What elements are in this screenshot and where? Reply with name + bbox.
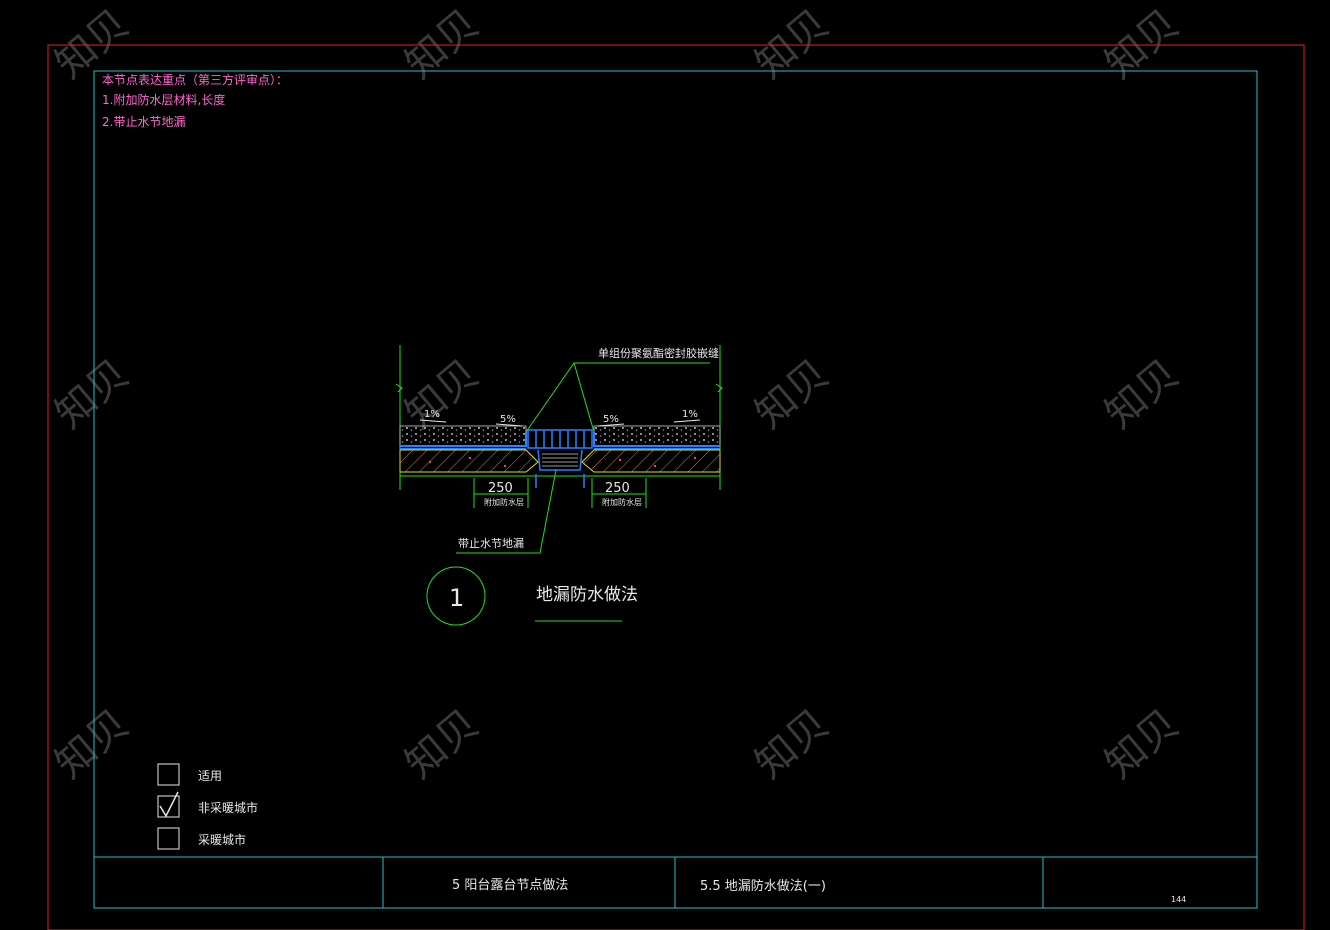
- drawing-canvas: 知贝 知贝 知贝 知贝知贝 知贝 知贝 知贝知贝 知贝 知贝 知贝 本节点表达重点（第三方评审点）…: [47, 1, 1305, 930]
- applicability-checklist: 适用 非采暖城市 采暖城市: [157, 763, 258, 850]
- checkbox-heating-city[interactable]: 采暖城市: [157, 827, 246, 850]
- notes-block: 本节点表达重点（第三方评审点）： 1.附加防水层材料,长度 2.带止水节地漏: [102, 72, 288, 129]
- subsection-title: 5.5 地漏防水做法(一): [700, 878, 826, 894]
- sealant-label: 单组份聚氨酯密封胶嵌缝: [598, 346, 719, 360]
- slope-label-1: 1%: [424, 409, 440, 420]
- checkbox-label-applicable: 适用: [198, 769, 222, 783]
- drain-label: 带止水节地漏: [458, 537, 524, 550]
- watermark-mark: 知贝: [397, 1, 488, 88]
- slab-right: [581, 449, 721, 473]
- floor-drain: [527, 429, 593, 488]
- title-block: 5 阳台露台节点做法 5.5 地漏防水做法(一) 144: [94, 856, 1257, 908]
- finish-layer-left: [399, 425, 527, 447]
- inner-frame: [93, 70, 1258, 909]
- outer-frame: [47, 44, 1305, 930]
- section-title: 5 阳台露台节点做法: [452, 878, 568, 893]
- notes-heading: 本节点表达重点（第三方评审点）：: [102, 72, 288, 87]
- checkbox-label-non-heating: 非采暖城市: [198, 800, 258, 815]
- watermark-mark: 知贝: [397, 351, 488, 438]
- checkbox-non-heating-city[interactable]: 非采暖城市: [157, 791, 258, 818]
- watermark-mark: 知贝: [1097, 701, 1188, 788]
- watermark-mark: 知贝: [1097, 351, 1188, 438]
- checkbox-label-heating: 采暖城市: [198, 832, 246, 847]
- watermark-mark: 知贝: [1097, 1, 1188, 88]
- watermark-mark: 知贝: [747, 1, 838, 88]
- detail-number: 1: [449, 584, 464, 612]
- notes-item-1: 1.附加防水层材料,长度: [102, 92, 225, 107]
- watermark-mark: 知贝: [47, 701, 138, 788]
- slab-left: [399, 449, 539, 473]
- detail-title: 地漏防水做法: [536, 585, 638, 605]
- watermark-mark: 知贝: [397, 701, 488, 788]
- page-number: 144: [1171, 895, 1186, 904]
- watermark-layer: 知贝 知贝 知贝 知贝知贝 知贝 知贝 知贝知贝 知贝 知贝 知贝: [47, 1, 1188, 788]
- watermark-mark: 知贝: [47, 351, 138, 438]
- dimension-note-right: 附加防水层: [602, 497, 642, 507]
- dimension-right: 250: [605, 481, 630, 496]
- dimension-left: 250: [488, 481, 513, 496]
- slope-label-2: 5%: [500, 414, 516, 425]
- slope-label-4: 1%: [682, 409, 698, 420]
- watermark-mark: 知贝: [747, 701, 838, 788]
- checkbox-applicable[interactable]: 适用: [157, 763, 222, 786]
- slope-label-3: 5%: [603, 414, 619, 425]
- dimension-note-left: 附加防水层: [484, 497, 524, 507]
- notes-item-2: 2.带止水节地漏: [102, 115, 185, 129]
- watermark-mark: 知贝: [747, 351, 838, 438]
- finish-layer-right: [593, 425, 721, 447]
